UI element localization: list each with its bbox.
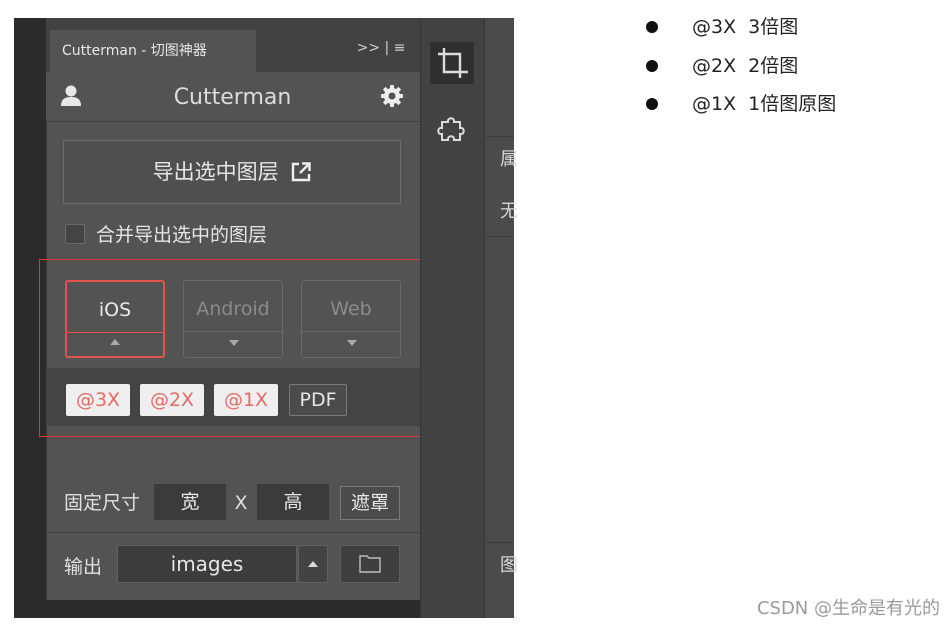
gear-icon[interactable]	[380, 84, 404, 108]
properties-tab-label[interactable]: 属	[500, 148, 520, 172]
crop-icon[interactable]	[430, 42, 474, 84]
list-item: @2X 2倍图	[692, 55, 799, 77]
divider	[46, 532, 420, 533]
merge-layers-checkbox[interactable]	[65, 224, 85, 244]
choose-folder-button[interactable]	[340, 545, 400, 583]
user-icon[interactable]	[60, 84, 82, 108]
bullet-icon	[646, 98, 658, 110]
tool-strip	[420, 18, 484, 618]
divider	[486, 136, 514, 137]
divider	[486, 542, 514, 543]
properties-value-label: 无	[500, 201, 518, 222]
panel-menu-button[interactable]: >> | ≡	[350, 36, 412, 60]
output-path-field[interactable]: images	[117, 545, 297, 583]
divider	[486, 236, 514, 237]
mask-button[interactable]: 遮罩	[340, 486, 400, 520]
export-selected-layers-button[interactable]: 导出选中图层	[63, 140, 401, 204]
merge-layers-label: 合并导出选中的图层	[96, 224, 268, 246]
properties-panel	[484, 18, 514, 618]
export-button-label: 导出选中图层	[152, 160, 279, 184]
output-label: 输出	[64, 556, 103, 578]
app-title: Cutterman	[173, 85, 292, 110]
bullet-icon	[646, 60, 658, 72]
puzzle-icon[interactable]	[436, 112, 470, 146]
output-up-button[interactable]	[298, 545, 328, 583]
height-input[interactable]: 高	[257, 484, 329, 520]
width-input[interactable]: 宽	[154, 484, 226, 520]
size-separator: X	[234, 492, 248, 514]
highlight-box	[39, 259, 444, 437]
layers-tab-label[interactable]: 图	[500, 554, 520, 578]
fixed-size-label: 固定尺寸	[64, 492, 141, 514]
external-link-icon	[291, 144, 312, 182]
list-item: @1X 1倍图原图	[692, 93, 837, 115]
bullet-icon	[646, 21, 658, 33]
folder-icon	[359, 555, 381, 573]
list-item: @3X 3倍图	[692, 16, 799, 38]
watermark: CSDN @生命是有光的	[756, 598, 940, 619]
chevron-up-icon	[308, 561, 318, 567]
tab-cutterman[interactable]: Cutterman - 切图神器	[50, 30, 256, 72]
